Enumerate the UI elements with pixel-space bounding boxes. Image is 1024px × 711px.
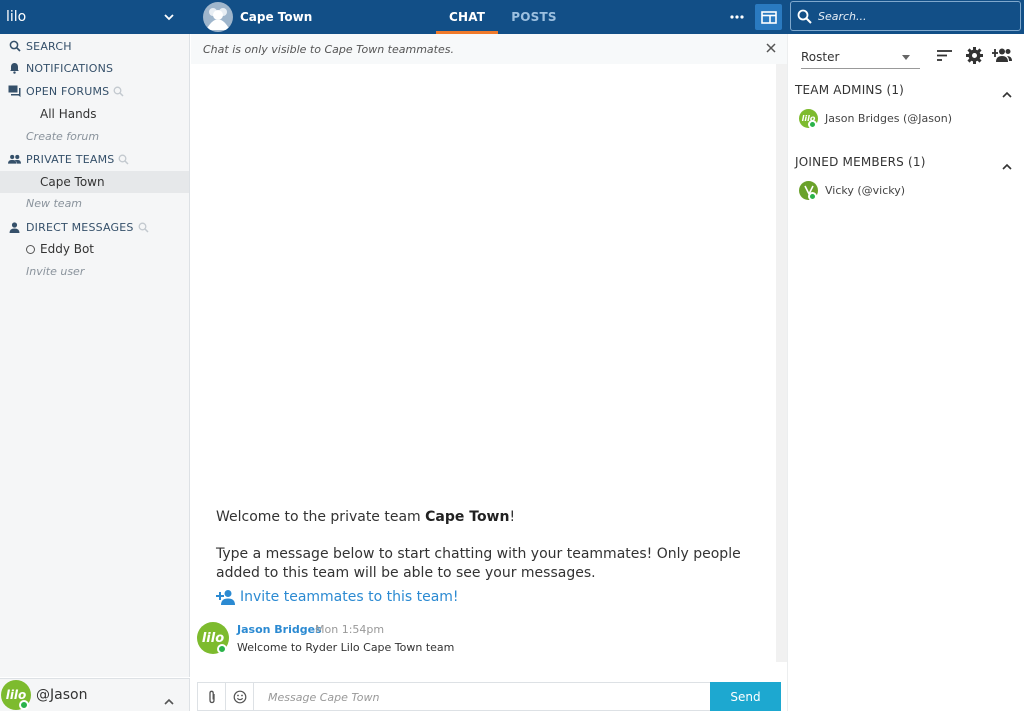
search-input[interactable] xyxy=(818,9,1008,23)
dm-item-eddy-bot[interactable]: Eddy Bot xyxy=(26,239,94,259)
welcome-message: Welcome to the private team Cape Town! T… xyxy=(216,508,756,583)
toggle-panel-icon[interactable] xyxy=(755,4,782,30)
search-icon[interactable] xyxy=(138,222,149,233)
sidebar-item-all-hands[interactable]: All Hands xyxy=(0,103,189,125)
sidebar-open-forums-label: OPEN FORUMS xyxy=(26,84,110,98)
visibility-notice: Chat is only visible to Cape Town teamma… xyxy=(191,34,787,64)
message-input[interactable] xyxy=(268,688,698,706)
top-bar: lilo Cape Town CHAT POSTS xyxy=(0,0,1024,34)
global-search[interactable] xyxy=(790,1,1021,31)
more-options-icon[interactable] xyxy=(728,8,746,26)
sidebar-search[interactable]: SEARCH xyxy=(8,37,72,55)
chevron-down-icon xyxy=(164,7,178,27)
visibility-notice-text: Chat is only visible to Cape Town teamma… xyxy=(203,42,454,56)
paperclip-icon xyxy=(208,690,215,703)
sidebar-search-label: SEARCH xyxy=(26,39,72,53)
roster-select-value: Roster xyxy=(801,49,840,64)
message-composer: Send xyxy=(197,682,781,711)
online-status-icon xyxy=(19,700,29,710)
people-icon xyxy=(8,153,21,166)
chevron-up-icon[interactable] xyxy=(164,690,174,709)
sidebar-notifications[interactable]: NOTIFICATIONS xyxy=(8,59,113,77)
roster-select[interactable]: Roster xyxy=(801,45,920,69)
smiley-icon xyxy=(233,690,246,703)
avatar xyxy=(799,180,818,201)
welcome-title: Welcome to the private team Cape Town! xyxy=(216,508,756,527)
dm-item-label: Eddy Bot xyxy=(40,242,95,256)
welcome-team-name: Cape Town xyxy=(425,509,510,525)
online-status-icon xyxy=(808,119,817,129)
avatar[interactable]: lilo xyxy=(197,622,229,654)
roster-member[interactable]: Vicky (@vicky) xyxy=(799,179,905,201)
search-icon xyxy=(8,40,21,53)
current-user-bar[interactable]: lilo @Jason xyxy=(0,678,190,711)
send-button[interactable]: Send xyxy=(710,682,781,711)
workspace-switcher[interactable]: lilo xyxy=(0,0,190,34)
add-person-icon xyxy=(216,589,236,605)
welcome-prefix: Welcome to the private team xyxy=(216,509,426,525)
search-icon[interactable] xyxy=(118,154,129,165)
roster-member-name: Vicky (@vicky) xyxy=(825,183,906,197)
search-icon xyxy=(797,9,812,24)
avatar: lilo xyxy=(799,108,818,129)
team-header[interactable]: Cape Town xyxy=(203,0,312,34)
message-text: Welcome to Ryder Lilo Cape Town team xyxy=(237,641,455,654)
workspace-name: lilo xyxy=(6,9,27,25)
sort-icon[interactable] xyxy=(934,46,954,64)
online-status-icon xyxy=(808,191,817,201)
invite-teammates-label: Invite teammates to this team! xyxy=(240,589,459,605)
gear-icon[interactable] xyxy=(964,46,984,64)
add-member-icon[interactable] xyxy=(992,46,1012,64)
sidebar-direct-messages[interactable]: DIRECT MESSAGES xyxy=(8,218,149,236)
attach-button[interactable] xyxy=(198,683,226,710)
bell-icon xyxy=(8,62,21,75)
person-icon xyxy=(8,221,21,234)
create-forum-link[interactable]: Create forum xyxy=(26,130,99,143)
sidebar-direct-messages-label: DIRECT MESSAGES xyxy=(26,220,134,234)
welcome-suffix: ! xyxy=(509,509,516,525)
online-status-icon xyxy=(217,644,227,654)
invite-user-link[interactable]: Invite user xyxy=(26,265,84,278)
chat-scrollbar[interactable] xyxy=(776,64,787,662)
new-team-link[interactable]: New team xyxy=(26,197,82,210)
invite-teammates-link[interactable]: Invite teammates to this team! xyxy=(216,589,459,605)
chat-area xyxy=(191,64,787,678)
avatar: lilo xyxy=(1,680,31,710)
message-author[interactable]: Jason Bridges xyxy=(237,623,322,636)
roster-group-title: JOINED MEMBERS (1) xyxy=(795,155,926,169)
team-avatar xyxy=(203,2,233,32)
chevron-up-icon[interactable] xyxy=(1002,155,1012,174)
tab-bar: CHAT POSTS xyxy=(436,0,570,34)
emoji-button[interactable] xyxy=(226,683,254,710)
roster-panel: Roster TEAM ADMINS (1) lilo Jason Bridge… xyxy=(787,34,1024,711)
sidebar-private-teams[interactable]: PRIVATE TEAMS xyxy=(8,150,129,168)
sidebar-open-forums[interactable]: OPEN FORUMS xyxy=(8,82,124,100)
close-icon[interactable] xyxy=(765,42,777,54)
message-item: lilo Jason Bridges Mon 1:54pm Welcome to… xyxy=(197,620,757,662)
sidebar-private-teams-label: PRIVATE TEAMS xyxy=(26,152,115,166)
sidebar-item-cape-town[interactable]: Cape Town xyxy=(0,171,189,193)
offline-status-icon xyxy=(26,244,35,254)
message-timestamp: Mon 1:54pm xyxy=(315,623,385,636)
tab-chat[interactable]: CHAT xyxy=(436,0,499,34)
caret-down-icon xyxy=(902,55,910,60)
team-name: Cape Town xyxy=(240,10,313,24)
roster-group-title: TEAM ADMINS (1) xyxy=(795,83,905,97)
sidebar: SEARCH NOTIFICATIONS OPEN FORUMS All Han… xyxy=(0,34,190,677)
user-handle: @Jason xyxy=(36,687,88,703)
sidebar-notifications-label: NOTIFICATIONS xyxy=(26,61,114,75)
roster-member-name: Jason Bridges (@Jason) xyxy=(825,111,952,125)
search-icon[interactable] xyxy=(113,86,124,97)
chevron-up-icon[interactable] xyxy=(1002,83,1012,102)
tab-posts[interactable]: POSTS xyxy=(498,0,569,34)
welcome-body: Type a message below to start chatting w… xyxy=(216,546,741,581)
roster-member[interactable]: lilo Jason Bridges (@Jason) xyxy=(799,107,952,129)
forum-icon xyxy=(8,85,21,98)
